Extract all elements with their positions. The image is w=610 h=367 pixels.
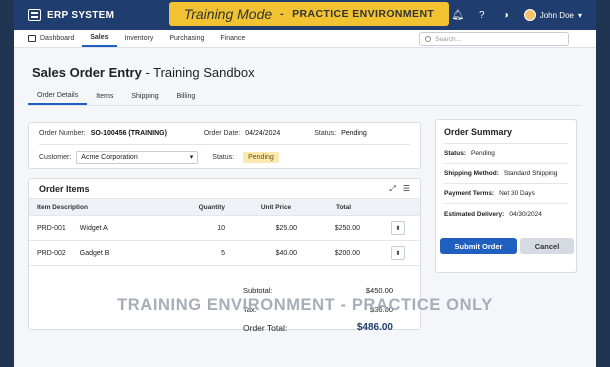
settings-icon[interactable]: ◑ (500, 9, 512, 21)
app-logo[interactable]: ERP SYSTEM (28, 9, 114, 21)
item-name: Widget A (79, 224, 108, 232)
order-tabs: Order Details Items Shipping Billing (28, 88, 582, 106)
status-badge: Pending (243, 151, 279, 163)
status-label-2: Status: (212, 153, 235, 161)
item-total: $250.00 (334, 224, 360, 232)
training-mode-banner: Training Mode - PRACTICE ENVIRONMENT (169, 2, 449, 26)
summary-status: Pending (471, 150, 495, 157)
tab-order-details[interactable]: Order Details (28, 88, 88, 105)
grid-icon (28, 9, 41, 21)
search-input[interactable]: Search... (419, 32, 569, 46)
training-mode-label: Training Mode (183, 6, 273, 22)
list-icon[interactable]: ☰ (403, 184, 410, 194)
table-row: PRD-002 Gadget B 5 $40.00 $200.00 ⬍ (29, 241, 420, 266)
item-name: Gadget B (79, 249, 110, 257)
nav-dashboard[interactable]: Dashboard (14, 30, 82, 47)
col-total: Total (335, 203, 352, 211)
table-row: PRD-001 Widget A 10 $25.00 $250.00 ⬍ (29, 216, 420, 241)
banner-separator: - (280, 8, 285, 20)
user-name: John Doe (539, 10, 574, 20)
page-title-sub: - Training Sandbox (141, 65, 255, 80)
item-qty: 5 (221, 249, 225, 257)
item-total: $200.00 (334, 249, 360, 257)
shipping-method-label: Shipping Method: (444, 170, 499, 177)
chevron-down-icon: ▾ (189, 154, 194, 161)
main-nav: Dashboard Sales Inventory Purchasing Fin… (14, 30, 596, 48)
top-bar: ERP SYSTEM Training Mode - PRACTICE ENVI… (14, 0, 596, 30)
training-watermark: TRAINING ENVIRONMENT - PRACTICE ONLY (117, 296, 493, 314)
order-items-title: Order Items (39, 183, 90, 194)
avatar (523, 9, 536, 21)
subtotal-label: Subtotal: (243, 286, 273, 295)
page-title: Sales Order Entry - Training Sandbox (32, 65, 255, 80)
estimated-delivery: 04/30/2024 (509, 210, 542, 218)
order-summary-title: Order Summary (444, 120, 568, 144)
items-table-header: Item Description Quantity Unit Price Tot… (29, 199, 420, 216)
payment-terms-label: Payment Terms: (444, 190, 495, 197)
row-stepper[interactable]: ⬍ (391, 221, 405, 235)
status-label: Status: (314, 130, 337, 137)
order-number: SO-100456 (TRAINING) (90, 130, 167, 137)
col-quantity: Quantity (198, 203, 225, 211)
search-placeholder: Search... (435, 35, 462, 43)
order-date-label: Order Date: (203, 130, 241, 137)
training-mode-subtitle: PRACTICE ENVIRONMENT (292, 8, 435, 20)
customer-select[interactable]: Acme Corporation ▾ (76, 150, 199, 164)
col-unit-price: Unit Price (260, 203, 292, 211)
chevron-down-icon: ▾ (577, 10, 582, 20)
tab-items[interactable]: Items (87, 88, 122, 105)
col-description: Item Description (37, 203, 88, 211)
item-price: $25.00 (275, 224, 297, 232)
user-menu[interactable]: John Doe ▾ (523, 9, 582, 21)
order-header-card: Order Number: SO-100456 (TRAINING) Order… (28, 122, 421, 169)
payment-terms: Net 30 Days (499, 190, 535, 197)
nav-label: Finance (220, 35, 246, 42)
item-price: $40.00 (275, 249, 297, 257)
summary-status-label: Status: (444, 150, 467, 157)
nav-inventory[interactable]: Inventory (117, 30, 162, 47)
dashboard-icon (28, 35, 36, 42)
nav-label: Sales (90, 34, 109, 41)
page-content: Sales Order Entry - Training Sandbox Ord… (14, 48, 596, 367)
subtotal-value: $450.00 (365, 286, 393, 295)
nav-label: Purchasing (169, 35, 205, 42)
shipping-method: Standard Shipping (503, 170, 558, 177)
submit-order-button[interactable]: Submit Order (440, 238, 517, 254)
order-total-label: Order Total: (243, 322, 288, 333)
row-stepper[interactable]: ⬍ (391, 246, 405, 260)
estimated-delivery-label: Estimated Delivery: (444, 210, 505, 218)
order-status: Pending (341, 130, 367, 137)
expand-icon[interactable]: ⤢ (389, 184, 395, 194)
tab-shipping[interactable]: Shipping (122, 88, 167, 105)
item-code: PRD-001 (37, 224, 66, 232)
bell-icon[interactable]: 🔔︎ (451, 9, 464, 21)
nav-sales[interactable]: Sales (82, 30, 117, 47)
cancel-button[interactable]: Cancel (520, 238, 574, 254)
help-icon[interactable]: ? (476, 9, 488, 21)
search-icon (425, 36, 431, 42)
item-code: PRD-002 (37, 249, 66, 257)
order-total-value: $486.00 (356, 322, 393, 333)
customer-value: Acme Corporation (81, 153, 138, 161)
tab-billing[interactable]: Billing (168, 88, 205, 105)
order-date: 04/24/2024 (245, 130, 281, 137)
nav-label: Dashboard (40, 35, 75, 42)
app-title: ERP SYSTEM (47, 9, 115, 21)
customer-label: Customer: (39, 153, 72, 161)
order-number-label: Order Number: (39, 130, 86, 137)
item-qty: 10 (217, 224, 225, 232)
nav-label: Inventory (124, 35, 154, 42)
nav-purchasing[interactable]: Purchasing (161, 30, 212, 47)
page-title-main: Sales Order Entry (32, 65, 142, 80)
nav-finance[interactable]: Finance (212, 30, 253, 47)
